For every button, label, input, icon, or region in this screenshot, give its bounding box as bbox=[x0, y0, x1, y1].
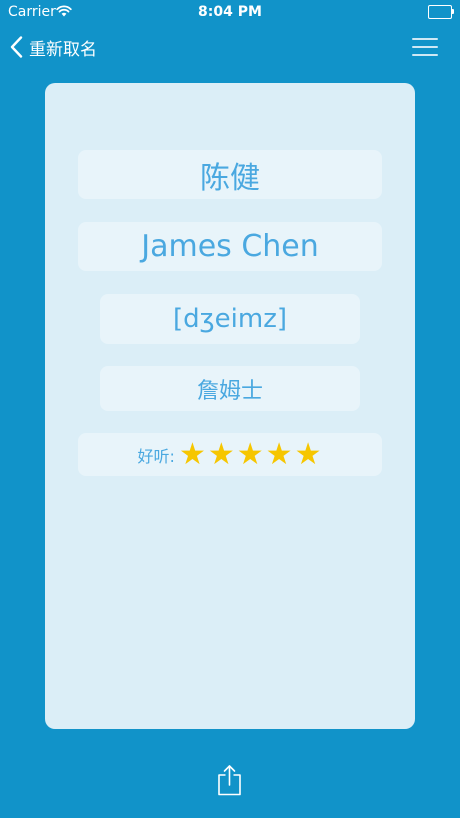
share-button[interactable] bbox=[217, 764, 242, 796]
rating-label: 好听: bbox=[137, 446, 175, 466]
name-result-card: 陈健 James Chen [dʒeimz] 詹姆士 好听: ★★★★★ bbox=[45, 83, 415, 729]
back-button[interactable]: 重新取名 bbox=[10, 34, 97, 60]
menu-button[interactable] bbox=[412, 37, 438, 57]
battery-icon bbox=[428, 5, 454, 19]
chinese-transliteration: 詹姆士 bbox=[100, 366, 360, 411]
star-icon: ★ bbox=[265, 436, 293, 472]
star-rating: ★★★★★ bbox=[178, 436, 323, 472]
star-icon: ★ bbox=[178, 436, 206, 472]
status-bar: Carrier 8:04 PM bbox=[0, 0, 460, 24]
chinese-name: 陈健 bbox=[78, 150, 382, 199]
hamburger-menu-icon bbox=[412, 38, 438, 61]
status-time: 8:04 PM bbox=[198, 4, 262, 20]
share-icon bbox=[217, 765, 242, 800]
chevron-left-icon bbox=[10, 36, 23, 58]
star-icon: ★ bbox=[236, 436, 264, 472]
rating-row: 好听: ★★★★★ bbox=[78, 433, 382, 476]
star-icon: ★ bbox=[294, 436, 322, 472]
star-icon: ★ bbox=[207, 436, 235, 472]
back-button-label: 重新取名 bbox=[29, 39, 97, 60]
phonetic-transcription: [dʒeimz] bbox=[100, 294, 360, 344]
navigation-bar: 重新取名 bbox=[0, 24, 460, 70]
english-name: James Chen bbox=[78, 222, 382, 271]
